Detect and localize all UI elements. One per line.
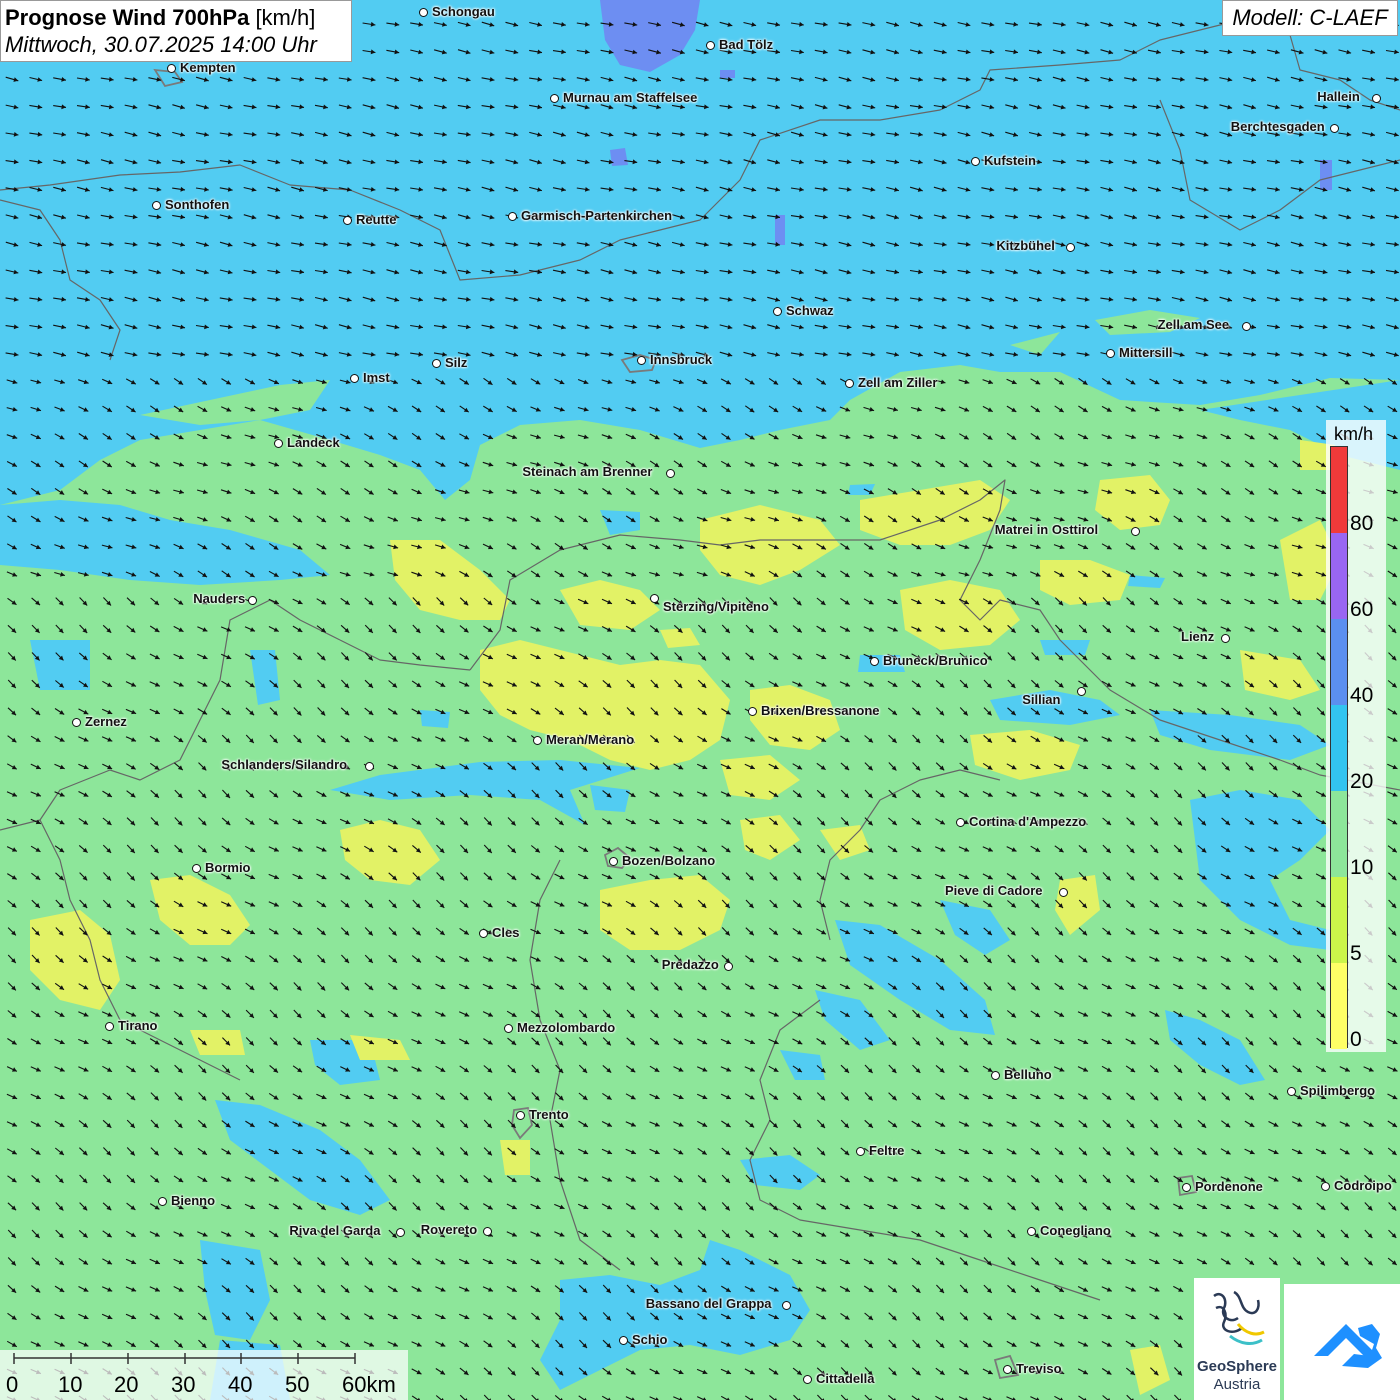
lake-small-4 [1320,160,1332,190]
lake-small-3 [720,70,735,78]
wind-forecast-map[interactable]: Prognose Wind 700hPa [km/h] Mittwoch, 30… [0,0,1400,1400]
lake-small-1 [610,148,628,166]
lake-small-2 [775,215,785,245]
